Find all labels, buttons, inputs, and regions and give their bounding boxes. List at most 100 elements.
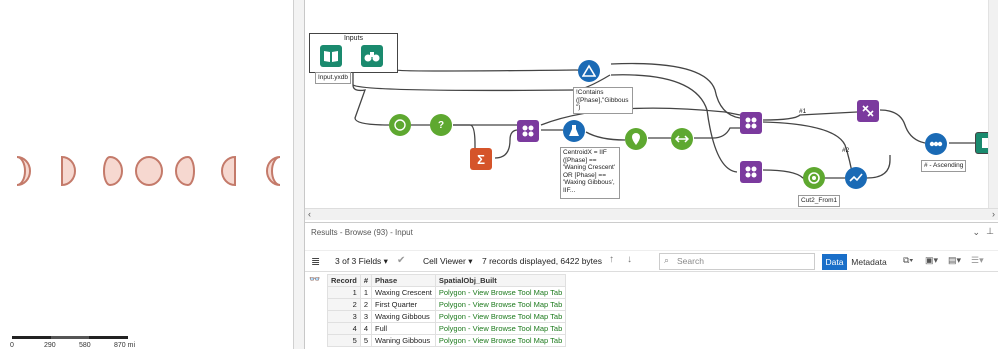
spatialobj-cell: Polygon - View Browse Tool Map Tab [434, 322, 567, 335]
moon-full [135, 156, 163, 186]
formula-tool[interactable] [563, 120, 585, 142]
sort-tool[interactable] [925, 133, 947, 155]
num-cell: 2 [359, 298, 373, 311]
search-box[interactable]: ⌕ Search [659, 253, 815, 270]
dots-icon [929, 141, 943, 147]
phase-cell: Full [371, 322, 436, 335]
input-data-tool[interactable] [320, 45, 342, 67]
scroll-left-icon[interactable]: ‹ [308, 209, 311, 219]
join-tool-3[interactable] [740, 161, 762, 183]
fields-selector[interactable]: 3 of 3 Fields ▾ [335, 256, 388, 267]
tab-metadata[interactable]: Metadata [848, 254, 890, 270]
table-row[interactable]: 3 3 Waxing Gibbous Polygon - View Browse… [327, 310, 567, 323]
arrow-down-icon[interactable]: ↓ [627, 254, 632, 265]
scale-label: 580 [79, 342, 91, 349]
moon-waning-gibbous [175, 155, 195, 187]
map-pin-icon [632, 133, 640, 145]
flask-icon [569, 125, 579, 136]
map-preview-pane: 0 290 580 870 mi [0, 0, 293, 349]
phase-cell: Waning Gibbous [371, 334, 436, 347]
phase-cell: First Quarter [371, 298, 436, 311]
moon-phases-map: 0 290 580 870 mi [10, 155, 281, 349]
moon-first-quarter [61, 155, 76, 187]
save-icon[interactable]: ▣▾ [925, 255, 938, 266]
poly-split-tool[interactable] [857, 100, 879, 122]
checkmark-icon [394, 119, 406, 131]
scale-bar [12, 336, 128, 339]
column-header-spatialobj[interactable]: SpatialObj_Built [434, 274, 567, 287]
table-row[interactable]: 5 5 Waning Gibbous Polygon - View Browse… [327, 334, 567, 347]
scale-label: 0 [10, 342, 14, 349]
phase-cell: Waxing Crescent [371, 286, 436, 299]
record-cell: 2 [327, 298, 361, 311]
join-icon [745, 117, 757, 129]
workflow-canvas[interactable]: Inputs Input.yxdb !Contains ([Phase],"Gi… [305, 0, 998, 210]
column-header-record[interactable]: Record [327, 274, 361, 287]
cut-tool[interactable] [803, 167, 825, 189]
join-icon [745, 166, 757, 178]
table-icon[interactable]: ▤▾ [948, 255, 961, 266]
table-row[interactable]: 4 4 Full Polygon - View Browse Tool Map … [327, 322, 567, 335]
num-cell: 5 [359, 334, 373, 347]
cut-label: Cut2_From1 [798, 195, 841, 207]
table-row[interactable]: 1 1 Waxing Crescent Polygon - View Brows… [327, 286, 567, 299]
records-info: 7 records displayed, 6422 bytes [482, 256, 603, 266]
moon-waning-crescent [266, 156, 281, 186]
browse-tool[interactable] [361, 45, 383, 67]
scale-label: 870 mi [114, 342, 135, 349]
spatialobj-cell: Polygon - View Browse Tool Map Tab [434, 298, 567, 311]
scale-label: 290 [44, 342, 56, 349]
results-pane: Results - Browse (93) - Input ⌄ ⊥ ≣ 3 of… [305, 222, 998, 349]
question-icon: ? [437, 119, 445, 131]
formula-annotation: CentroidX = IIF ([Phase] == 'Waning Cres… [560, 147, 620, 199]
join-label-2: #2 [842, 147, 850, 154]
menu-icon[interactable]: ☰▾ [971, 255, 984, 266]
canvas-vertical-scrollbar[interactable] [988, 0, 998, 208]
canvas-horizontal-scrollbar[interactable]: ‹ › [305, 208, 998, 220]
collapse-icon[interactable]: ⌄ [972, 227, 980, 238]
copy-icon[interactable]: ⧉▾ [903, 255, 913, 266]
arrow-up-icon[interactable]: ↑ [609, 254, 614, 265]
create-points-tool[interactable] [625, 128, 647, 150]
record-cell: 3 [327, 310, 361, 323]
book-icon [324, 51, 338, 62]
hamburger-icon[interactable]: ≣ [311, 255, 320, 268]
join-label-1: #1 [799, 108, 807, 115]
binoculars-icon: 👓 [309, 274, 321, 284]
pin-icon[interactable]: ⊥ [986, 226, 994, 237]
search-icon: ⌕ [664, 255, 670, 265]
spatial-process-tool[interactable] [671, 128, 693, 150]
cut-icon [808, 172, 820, 184]
spatialobj-cell: Polygon - View Browse Tool Map Tab [434, 310, 567, 323]
formula-check-tool[interactable]: ? [430, 114, 452, 136]
tab-data[interactable]: Data [822, 254, 847, 270]
pane-splitter[interactable] [293, 0, 305, 349]
cell-viewer-dropdown[interactable]: Cell Viewer ▾ [423, 256, 472, 267]
triangle-icon [582, 64, 596, 77]
record-cell: 5 [327, 334, 361, 347]
spatial-match-tool[interactable] [845, 167, 867, 189]
binoculars-icon [364, 52, 380, 62]
join-tool-2[interactable] [740, 112, 762, 134]
container-title: Inputs [343, 35, 364, 42]
num-cell: 1 [359, 286, 373, 299]
select-tool[interactable] [389, 114, 411, 136]
num-cell: 3 [359, 310, 373, 323]
table-header-row: Record # Phase SpatialObj_Built [327, 274, 567, 287]
filter-tool[interactable] [578, 60, 600, 82]
scroll-right-icon[interactable]: › [992, 209, 995, 219]
sort-label: # - Ascending [921, 160, 967, 172]
split-icon [862, 105, 874, 117]
search-input[interactable]: Search [677, 256, 704, 266]
summarize-tool[interactable]: Σ [470, 148, 492, 170]
spatialobj-cell: Polygon - View Browse Tool Map Tab [434, 286, 567, 299]
input-label: Input.yxdb [315, 72, 351, 84]
column-header-num[interactable]: # [359, 274, 373, 287]
record-cell: 1 [327, 286, 361, 299]
table-row[interactable]: 2 2 First Quarter Polygon - View Browse … [327, 298, 567, 311]
column-header-phase[interactable]: Phase [371, 274, 436, 287]
join-tool-1[interactable] [517, 120, 539, 142]
checkmark-icon[interactable]: ✔ [397, 255, 405, 266]
sigma-icon: Σ [477, 151, 485, 167]
moon-waxing-crescent [16, 156, 31, 186]
